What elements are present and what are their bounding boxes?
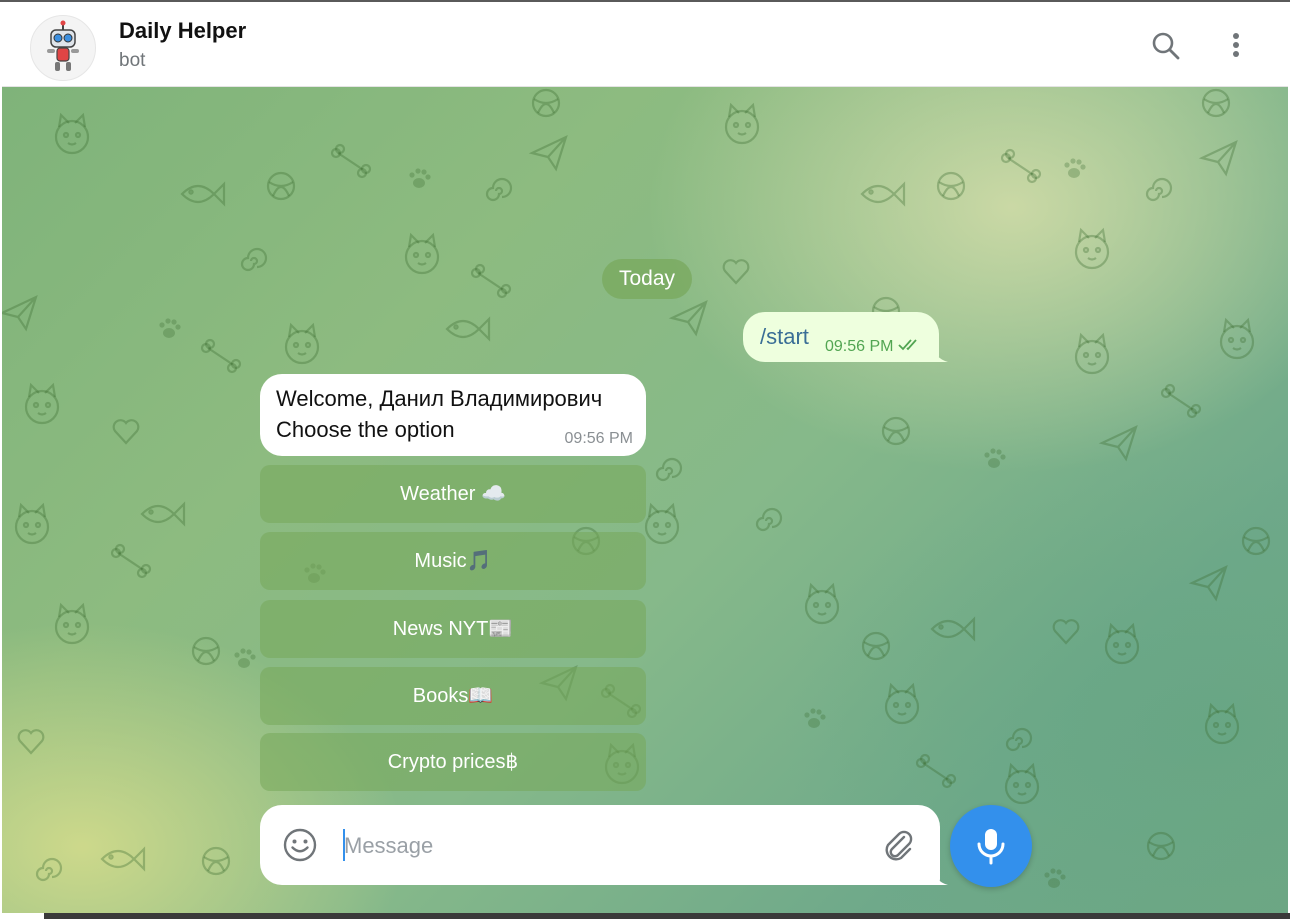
- outgoing-message-text: /start: [760, 324, 809, 349]
- menu-button[interactable]: [1218, 28, 1254, 64]
- outgoing-message[interactable]: /start 09:56 PM: [743, 312, 939, 362]
- composer-tail: [932, 867, 948, 885]
- inline-button-music[interactable]: Music🎵: [260, 532, 646, 590]
- message-composer: [260, 805, 940, 885]
- chat-subtitle: bot: [119, 50, 146, 71]
- bot-avatar[interactable]: [30, 15, 96, 81]
- more-vertical-icon: [1233, 33, 1239, 57]
- chat-area[interactable]: Today /start 09:56 PM Welcome, Данил Вла…: [2, 87, 1288, 913]
- record-voice-button[interactable]: [950, 805, 1032, 887]
- outgoing-message-time: 09:56 PM: [825, 338, 924, 356]
- inline-button-news[interactable]: News NYT📰: [260, 600, 646, 658]
- incoming-message-line1: Welcome, Данил Владимирович: [276, 386, 603, 411]
- double-check-icon: [898, 339, 917, 351]
- search-button[interactable]: [1148, 28, 1184, 64]
- inline-button-weather[interactable]: Weather ☁️: [260, 465, 646, 523]
- search-icon: [1152, 32, 1180, 60]
- microphone-icon: [977, 829, 1005, 865]
- chat-title: Daily Helper: [119, 18, 247, 43]
- chat-header: Daily Helper bot: [2, 2, 1288, 87]
- text-caret: [343, 829, 345, 861]
- paperclip-icon[interactable]: [880, 827, 916, 863]
- message-input[interactable]: [342, 827, 866, 865]
- inline-button-books[interactable]: Books📖: [260, 667, 646, 725]
- inline-button-crypto[interactable]: Crypto prices฿: [260, 733, 646, 791]
- smile-icon[interactable]: [282, 827, 318, 863]
- incoming-message-time: 09:56 PM: [564, 430, 633, 447]
- window-bottom-border: [44, 913, 1290, 919]
- incoming-message[interactable]: Welcome, Данил Владимирович Choose the o…: [260, 374, 646, 456]
- date-separator: Today: [602, 259, 692, 299]
- outgoing-bubble-tail: [932, 344, 948, 362]
- robot-avatar-icon: [47, 20, 79, 71]
- incoming-message-line2: Choose the option: [276, 417, 455, 442]
